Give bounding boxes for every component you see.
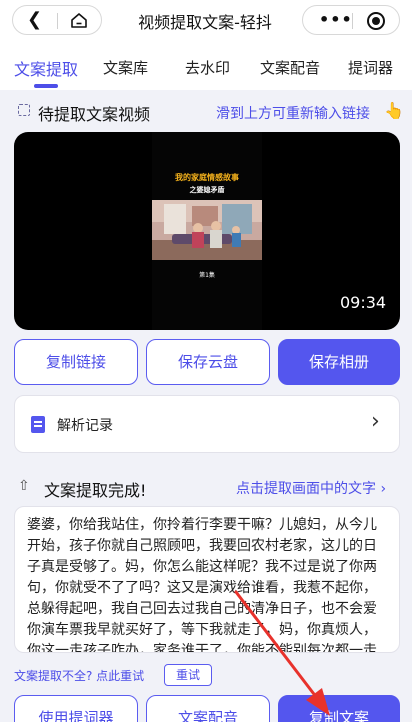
video-duration: 09:34 [340,293,387,312]
parse-record-label: 解析记录 [57,418,113,434]
copy-text-button[interactable]: 复制文案 [278,695,400,722]
document-icon [31,416,45,433]
tab-extract[interactable]: 文案提取 [14,56,78,80]
tab-watermark[interactable]: 去水印 [185,57,230,78]
tab-library[interactable]: 文案库 [103,57,148,78]
transcript-text: 婆婆，你给我站住，你拎着行李要干嘛？儿媳妇，从今儿开始，孩子你就自己照顾吧，我要… [27,517,377,653]
retry-button[interactable]: 重试 [164,664,212,686]
divider [57,13,58,29]
copy-link-button[interactable]: 复制链接 [14,339,138,385]
teleprompter-button[interactable]: 使用提词器 [14,695,138,722]
save-album-button[interactable]: 保存相册 [278,339,400,385]
active-tab-indicator [34,84,58,88]
video-overlay-subtitle: 之婆媳矛盾 [189,186,225,194]
home-icon[interactable] [71,13,87,28]
back-icon[interactable]: ❮ [27,9,42,30]
result-title: 文案提取完成! [44,481,147,500]
page-title: 视频提取文案-轻抖 [138,13,272,32]
close-mini-program-icon[interactable] [367,12,385,30]
capsule-menu: ••• [302,5,400,35]
dubbing-button[interactable]: 文案配音 [146,695,270,722]
more-icon[interactable]: ••• [319,10,353,29]
tab-dubbing[interactable]: 文案配音 [260,57,320,78]
video-overlay-title: 我的家庭情感故事 [175,173,239,182]
share-icon: ⇧ [18,478,30,494]
divider [352,13,353,29]
video-thumbnail [152,200,262,260]
video-player[interactable]: 我的家庭情感故事 之婆媳矛盾 第1集 09:34 [14,132,400,330]
retry-hint[interactable]: 文案提取不全? 点此重试 [14,667,144,684]
top-bar: ❮ 视频提取文案-轻抖 ••• [0,0,412,40]
parse-record-row[interactable]: 解析记录 › [14,395,400,453]
video-frame: 我的家庭情感故事 之婆媳矛盾 第1集 [152,132,262,330]
tab-bar: 文案提取 文案库 去水印 文案配音 提词器 [0,40,412,90]
video-section-title: 待提取文案视频 [38,105,151,124]
extract-frame-text-link[interactable]: 点击提取画面中的文字 › [236,478,386,498]
reinput-link[interactable]: 滑到上方可重新输入链接 [216,103,370,123]
tab-teleprompter[interactable]: 提词器 [348,57,393,78]
nav-pill: ❮ [12,5,102,35]
chevron-right-icon: › [371,409,380,434]
video-episode: 第1集 [199,272,215,279]
scan-icon [18,104,30,116]
pointing-hand-icon: 👆 [384,101,404,120]
save-cloud-button[interactable]: 保存云盘 [146,339,270,385]
transcript-textarea[interactable]: 婆婆，你给我站住，你拎着行李要干嘛？儿媳妇，从今儿开始，孩子你就自己照顾吧，我要… [14,506,400,653]
